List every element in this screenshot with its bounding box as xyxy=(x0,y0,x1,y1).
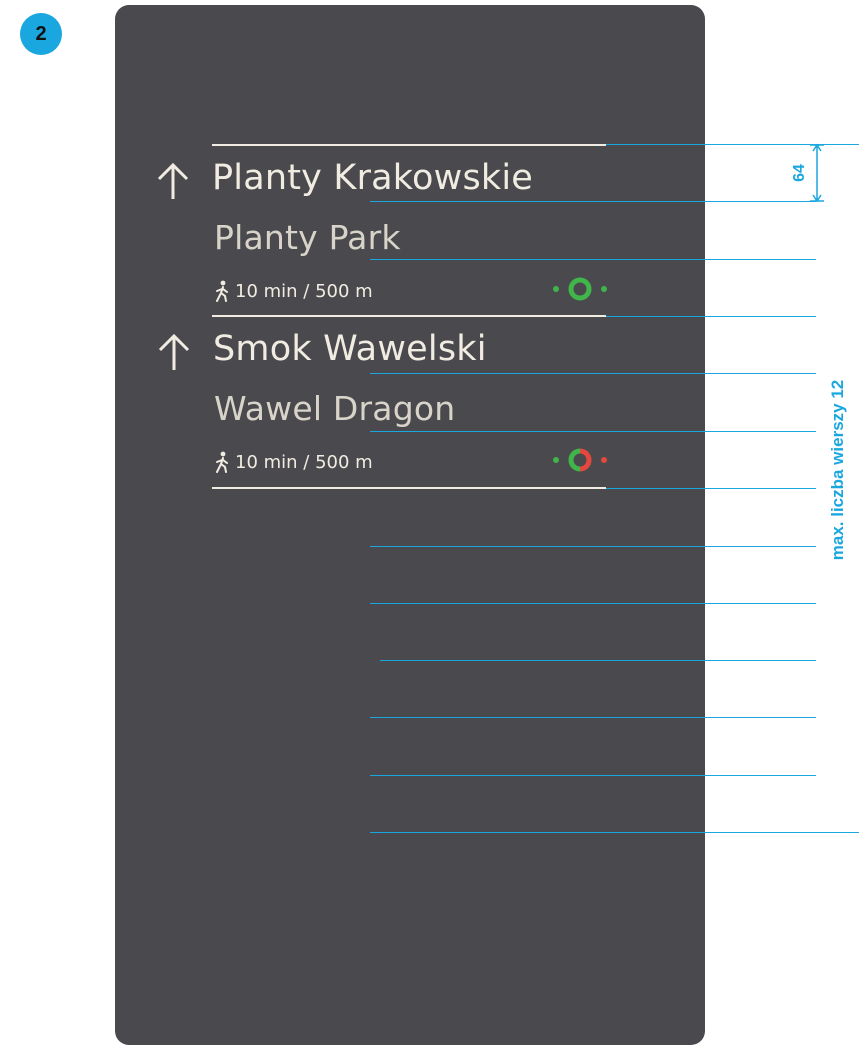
separator-line xyxy=(212,487,606,489)
walk-time-distance: 10 min / 500 m xyxy=(235,280,373,302)
destination-name-secondary: Wawel Dragon xyxy=(214,389,456,428)
baseline-guide xyxy=(370,832,859,833)
walk-info: 10 min / 500 m xyxy=(214,280,373,302)
green-red-circle-route-icon xyxy=(553,448,607,472)
baseline-guide xyxy=(370,431,816,432)
baseline-guide xyxy=(370,259,816,260)
walk-time-distance: 10 min / 500 m xyxy=(235,451,373,473)
destination-name-primary: Smok Wawelski xyxy=(213,329,487,369)
pedestrian-icon xyxy=(216,280,228,302)
destination-name-primary: Planty Krakowskie xyxy=(212,158,534,198)
row-height-label: 64 xyxy=(791,164,808,182)
baseline-guide xyxy=(606,488,816,489)
baseline-guide xyxy=(370,546,816,547)
pedestrian-icon xyxy=(216,451,228,473)
baseline-guide xyxy=(370,201,816,202)
separator-line xyxy=(212,144,606,146)
baseline-guide xyxy=(370,775,816,776)
baseline-guide xyxy=(380,660,816,661)
baseline-guide xyxy=(370,373,816,374)
separator-line xyxy=(212,315,606,317)
max-rows-label: max. liczba wierszy 12 xyxy=(828,379,847,561)
baseline-guide xyxy=(606,316,816,317)
step-badge: 2 xyxy=(20,13,62,55)
baseline-guide xyxy=(370,603,816,604)
arrow-up-icon xyxy=(158,333,190,370)
dimension-marker xyxy=(810,143,824,203)
destination-name-secondary: Planty Park xyxy=(214,218,401,257)
arrow-up-icon xyxy=(157,162,189,199)
baseline-guide xyxy=(370,717,816,718)
green-circle-route-icon xyxy=(553,277,607,301)
walk-info: 10 min / 500 m xyxy=(214,451,373,473)
